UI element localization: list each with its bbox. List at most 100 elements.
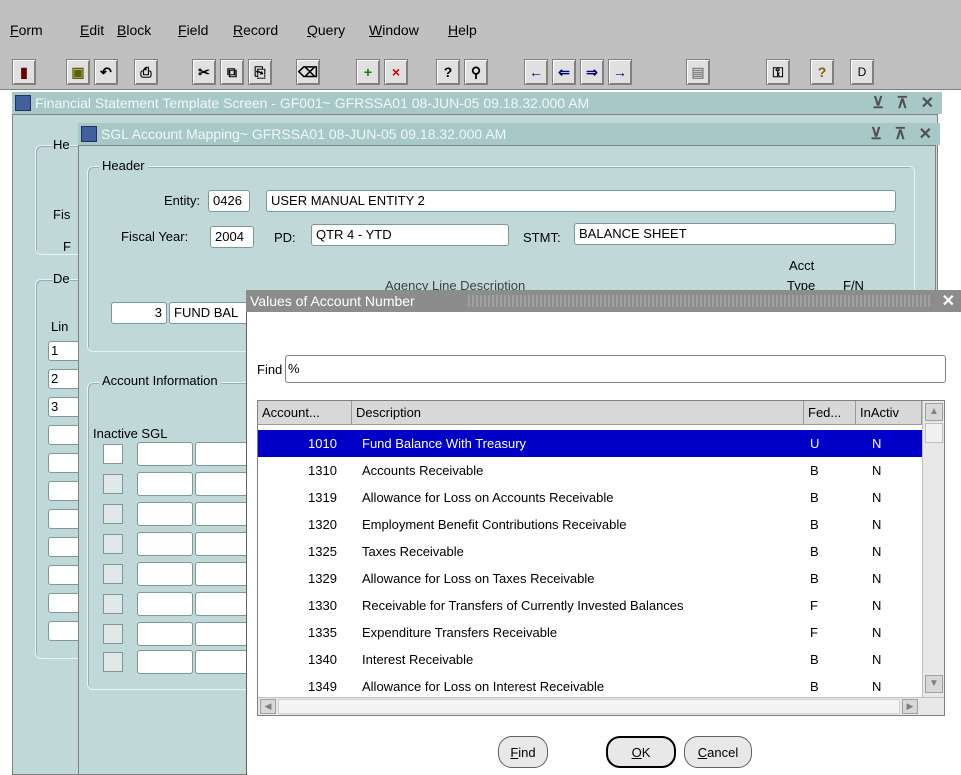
table-row[interactable]: 1330 Receivable for Transfers of Current… (258, 592, 922, 619)
sgl-field[interactable] (137, 502, 193, 526)
sgl-desc-field[interactable] (195, 442, 249, 466)
scroll-up-icon[interactable]: ▲ (925, 403, 943, 421)
table-row[interactable]: 1349 Allowance for Loss on Interest Rece… (258, 673, 922, 700)
cell-fed: B (810, 571, 819, 586)
table-row[interactable]: 1010 Fund Balance With Treasury U N (258, 430, 922, 457)
cell-fed: B (810, 490, 819, 505)
fiscal-year-field[interactable]: 2004 (210, 226, 254, 248)
cell-description: Accounts Receivable (362, 463, 484, 478)
paste-icon[interactable]: ⎘ (248, 59, 272, 85)
copy-icon[interactable]: ⧉ (220, 59, 244, 85)
entity-name-field[interactable]: USER MANUAL ENTITY 2 (266, 190, 896, 212)
stmt-field[interactable]: BALANCE SHEET (574, 223, 896, 245)
help-icon[interactable]: ? (810, 59, 834, 85)
sgl-window-titlebar[interactable]: SGL Account Mapping~ GFRSSA01 08-JUN-05 … (78, 123, 940, 145)
table-row[interactable]: 1320 Employment Benefit Contributions Re… (258, 511, 922, 538)
cancel-button[interactable]: Cancel (684, 736, 752, 768)
line-number-field[interactable]: 3 (111, 302, 167, 324)
sgl-desc-field[interactable] (195, 532, 249, 556)
key-icon[interactable]: ⚿ (766, 59, 790, 85)
sgl-field[interactable] (137, 562, 193, 586)
sgl-field[interactable] (137, 532, 193, 556)
table-row[interactable]: 1325 Taxes Receivable B N (258, 538, 922, 565)
menu-query[interactable]: Query (307, 22, 345, 38)
inactive-checkbox[interactable] (103, 474, 123, 494)
menu-help[interactable]: Help (448, 22, 477, 38)
cell-description: Taxes Receivable (362, 544, 464, 559)
d-button[interactable]: D (850, 59, 874, 85)
list-icon[interactable]: ▤ (686, 59, 710, 85)
inactive-checkbox[interactable] (103, 534, 123, 554)
sgl-desc-field[interactable] (195, 592, 249, 616)
cell-description: Allowance for Loss on Accounts Receivabl… (362, 490, 614, 505)
window-controls-icon[interactable]: ⊻ ⊼ ✕ (870, 124, 936, 144)
sgl-desc-field[interactable] (195, 622, 249, 646)
pd-field[interactable]: QTR 4 - YTD (311, 224, 509, 246)
lov-titlebar[interactable]: Values of Account Number ✕ (246, 290, 961, 312)
ok-button[interactable]: OK (606, 736, 676, 768)
column-header-account[interactable]: Account... (258, 401, 352, 425)
find-button[interactable]: Find (498, 736, 548, 768)
sgl-field[interactable] (137, 442, 193, 466)
table-row[interactable]: 1310 Accounts Receivable B N (258, 457, 922, 484)
sgl-desc-field[interactable] (195, 562, 249, 586)
inactive-checkbox[interactable] (103, 652, 123, 672)
clear-icon[interactable]: ⌫ (296, 59, 320, 85)
scroll-down-icon[interactable]: ▼ (925, 675, 943, 693)
sgl-field[interactable] (137, 472, 193, 496)
cut-icon[interactable]: ✂ (192, 59, 216, 85)
vertical-scrollbar[interactable]: ▲ ▼ (922, 401, 944, 697)
sgl-field[interactable] (137, 622, 193, 646)
menu-form[interactable]: Form (10, 22, 43, 38)
horizontal-scroll-thumb[interactable] (278, 699, 900, 714)
scroll-right-icon[interactable]: ▶ (902, 699, 918, 714)
cell-description: Fund Balance With Treasury (362, 436, 527, 451)
print-icon[interactable]: ⎙ (134, 59, 158, 85)
horizontal-scrollbar[interactable]: ◀ ▶ (258, 697, 944, 715)
close-icon[interactable]: ✕ (942, 291, 955, 311)
lov-find-input[interactable]: % (285, 355, 946, 383)
menu-block[interactable]: Block (117, 22, 151, 38)
scroll-thumb[interactable] (925, 423, 943, 443)
inactive-checkbox[interactable] (103, 444, 123, 464)
menu-edit[interactable]: Edit (80, 22, 104, 38)
previous-block-icon[interactable]: ← (524, 59, 548, 85)
delete-record-icon[interactable]: × (384, 59, 408, 85)
enter-query-icon[interactable]: ? (436, 59, 460, 85)
window-controls-icon[interactable]: ⊻ ⊼ ✕ (872, 93, 938, 113)
undo-icon[interactable]: ↶ (94, 59, 118, 85)
table-row[interactable]: 1319 Allowance for Loss on Accounts Rece… (258, 484, 922, 511)
previous-record-icon[interactable]: ⇐ (552, 59, 576, 85)
table-row[interactable]: 1335 Expenditure Transfers Receivable F … (258, 619, 922, 646)
menu-window[interactable]: Window (369, 22, 419, 38)
scroll-left-icon[interactable]: ◀ (260, 699, 276, 714)
cell-inactive: N (872, 571, 882, 586)
table-row[interactable]: 1329 Allowance for Loss on Taxes Receiva… (258, 565, 922, 592)
exit-icon[interactable]: ▮ (12, 59, 36, 85)
save-icon[interactable]: ▣ (66, 59, 90, 85)
column-header-fed[interactable]: Fed... (804, 401, 856, 425)
execute-query-icon[interactable]: ⚲ (464, 59, 488, 85)
cell-description: Employment Benefit Contributions Receiva… (362, 517, 627, 532)
inactive-checkbox[interactable] (103, 624, 123, 644)
sgl-field[interactable] (137, 592, 193, 616)
sgl-desc-field[interactable] (195, 472, 249, 496)
menu-record[interactable]: Record (233, 22, 278, 38)
inactive-checkbox[interactable] (103, 564, 123, 584)
inactive-checkbox[interactable] (103, 504, 123, 524)
sgl-desc-field[interactable] (195, 650, 249, 674)
next-record-icon[interactable]: ⇒ (580, 59, 604, 85)
column-header-inactive[interactable]: InActiv (856, 401, 922, 425)
inactive-checkbox[interactable] (103, 594, 123, 614)
cell-account: 1310 (308, 463, 337, 478)
table-row[interactable]: 1340 Interest Receivable B N (258, 646, 922, 673)
back-window-titlebar[interactable]: Financial Statement Template Screen - GF… (12, 92, 942, 114)
insert-record-icon[interactable]: + (356, 59, 380, 85)
column-header-description[interactable]: Description (352, 401, 804, 425)
sgl-field[interactable] (137, 650, 193, 674)
next-block-icon[interactable]: → (608, 59, 632, 85)
sgl-desc-field[interactable] (195, 502, 249, 526)
menu-field[interactable]: Field (178, 22, 208, 38)
acct-label: Acct (789, 258, 815, 273)
entity-code-field[interactable]: 0426 (208, 190, 250, 212)
